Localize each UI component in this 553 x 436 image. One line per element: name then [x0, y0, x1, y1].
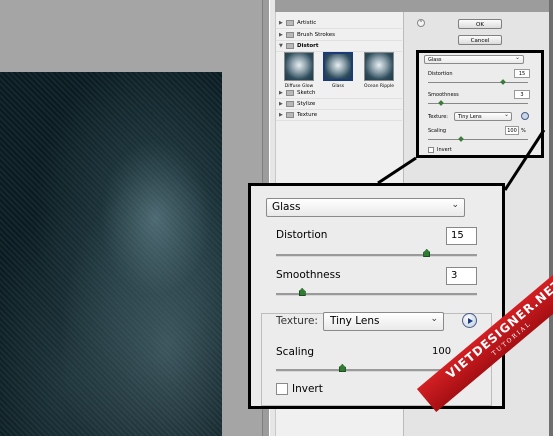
- chevron-down-icon: ⌄: [451, 200, 459, 210]
- category-sketch[interactable]: ▶ Sketch: [276, 88, 402, 99]
- distortion-slider-thumb[interactable]: [423, 249, 431, 257]
- folder-icon: [286, 90, 294, 96]
- expand-arrow-icon: ▶: [279, 90, 283, 96]
- chevron-down-icon: ⌄: [514, 54, 520, 61]
- filter-settings-small: Glass ⌄ Distortion 15 Smoothness 3 Textu…: [416, 50, 544, 158]
- category-stylize[interactable]: ▶ Stylize: [276, 99, 402, 110]
- window-edge: [549, 0, 553, 436]
- texture-menu-icon[interactable]: [521, 112, 529, 120]
- thumbnail-diffuse-glow[interactable]: [284, 52, 314, 81]
- collapse-arrow-icon: ▼: [279, 43, 283, 49]
- category-brush-strokes[interactable]: ▶ Brush Strokes: [276, 30, 402, 41]
- texture-select[interactable]: Tiny Lens ⌄: [454, 111, 512, 121]
- chevron-down-icon: ⌄: [503, 111, 509, 118]
- collapse-gallery-icon[interactable]: ⌃: [417, 19, 425, 27]
- folder-icon: [286, 32, 294, 38]
- scaling-label: Scaling: [428, 128, 447, 134]
- thumbnail-ocean-ripple[interactable]: [364, 52, 394, 81]
- invert-checkbox[interactable]: [276, 383, 288, 395]
- invert-checkbox[interactable]: [428, 147, 434, 153]
- scaling-slider-thumb[interactable]: [458, 136, 464, 142]
- expand-arrow-icon: ▶: [279, 20, 283, 26]
- texture-select[interactable]: Tiny Lens ⌄: [323, 312, 444, 331]
- scaling-unit: %: [521, 128, 526, 134]
- texture-label: Texture:: [428, 114, 448, 120]
- expand-arrow-icon: ▶: [279, 32, 283, 38]
- smoothness-slider-thumb[interactable]: [298, 288, 306, 296]
- category-distort[interactable]: ▼ Distort: [276, 41, 402, 52]
- chevron-down-icon: ⌄: [430, 314, 438, 324]
- distortion-label: Distortion: [428, 71, 453, 77]
- invert-label: Invert: [437, 147, 452, 153]
- distortion-slider-thumb[interactable]: [500, 79, 506, 85]
- distortion-slider[interactable]: [428, 82, 528, 83]
- invert-label: Invert: [292, 383, 323, 395]
- smoothness-slider[interactable]: [276, 293, 477, 296]
- smoothness-field[interactable]: 3: [446, 267, 477, 285]
- folder-icon: [286, 112, 294, 118]
- scaling-field[interactable]: 100: [505, 126, 519, 135]
- distortion-field[interactable]: 15: [514, 69, 530, 78]
- preview-image[interactable]: [0, 72, 222, 436]
- smoothness-field[interactable]: 3: [514, 90, 530, 99]
- scaling-label: Scaling: [276, 346, 315, 358]
- smoothness-label: Smoothness: [428, 92, 459, 98]
- expand-arrow-icon: ▶: [279, 112, 283, 118]
- expand-arrow-icon: ▶: [279, 101, 283, 107]
- filter-select[interactable]: Glass ⌄: [266, 198, 465, 217]
- distortion-slider[interactable]: [276, 254, 477, 257]
- smoothness-slider-thumb[interactable]: [438, 100, 444, 106]
- folder-icon: [286, 101, 294, 107]
- category-texture[interactable]: ▶ Texture: [276, 110, 402, 121]
- thumbnail-glass[interactable]: [323, 52, 353, 81]
- distortion-label: Distortion: [276, 229, 328, 241]
- scaling-slider[interactable]: [428, 139, 528, 140]
- smoothness-label: Smoothness: [276, 269, 341, 281]
- texture-menu-arrow-icon[interactable]: [462, 313, 477, 328]
- filter-select[interactable]: Glass ⌄: [424, 54, 524, 64]
- category-artistic[interactable]: ▶ Artistic: [276, 18, 402, 29]
- folder-icon: [286, 20, 294, 26]
- distortion-field[interactable]: 15: [446, 227, 477, 245]
- folder-open-icon: [286, 43, 294, 49]
- cancel-button[interactable]: Cancel: [458, 35, 502, 45]
- ok-button[interactable]: OK: [458, 19, 502, 29]
- texture-label: Texture:: [276, 315, 318, 327]
